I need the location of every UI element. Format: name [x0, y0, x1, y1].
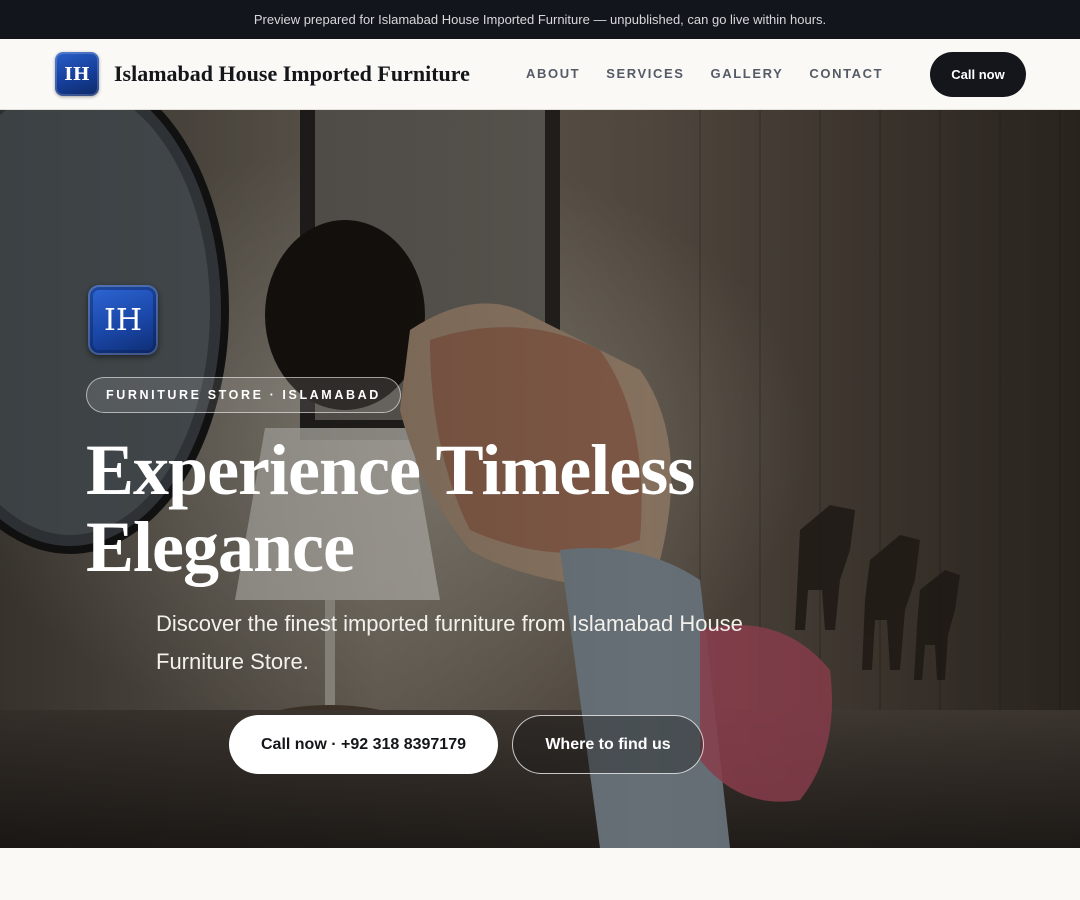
hero-logo-initials: IH: [103, 302, 142, 338]
call-now-button[interactable]: Call now: [930, 52, 1026, 97]
hero-title-line-1: Experience Timeless: [86, 430, 695, 510]
call-phone-button[interactable]: Call now · +92 318 8397179: [229, 715, 498, 774]
logo-initials: IH: [64, 63, 90, 85]
nav-link-gallery[interactable]: GALLERY: [711, 66, 784, 81]
hero-section: IH FURNITURE STORE · ISLAMABAD Experienc…: [0, 110, 1080, 848]
logo-icon[interactable]: IH: [55, 52, 99, 96]
nav-link-about[interactable]: ABOUT: [526, 66, 580, 81]
hero-subtitle: Discover the finest imported furniture f…: [156, 611, 743, 674]
announcement-text: Preview prepared for Islamabad House Imp…: [253, 12, 827, 27]
site-header: IH Islamabad House Imported Furniture AB…: [0, 39, 1080, 110]
hero-title-line-2: Elegance: [86, 507, 355, 587]
hero-logo-icon: IH: [88, 285, 158, 355]
announcement-bar: Preview prepared for Islamabad House Imp…: [0, 0, 1080, 39]
where-to-find-us-button[interactable]: Where to find us: [512, 715, 704, 774]
category-pill: FURNITURE STORE · ISLAMABAD: [86, 377, 401, 413]
nav-link-contact[interactable]: CONTACT: [809, 66, 883, 81]
hero-title: Experience Timeless Elegance: [86, 432, 846, 586]
brand-name[interactable]: Islamabad House Imported Furniture: [114, 61, 470, 87]
main-nav: ABOUT SERVICES GALLERY CONTACT: [526, 66, 909, 81]
nav-link-services[interactable]: SERVICES: [606, 66, 684, 81]
